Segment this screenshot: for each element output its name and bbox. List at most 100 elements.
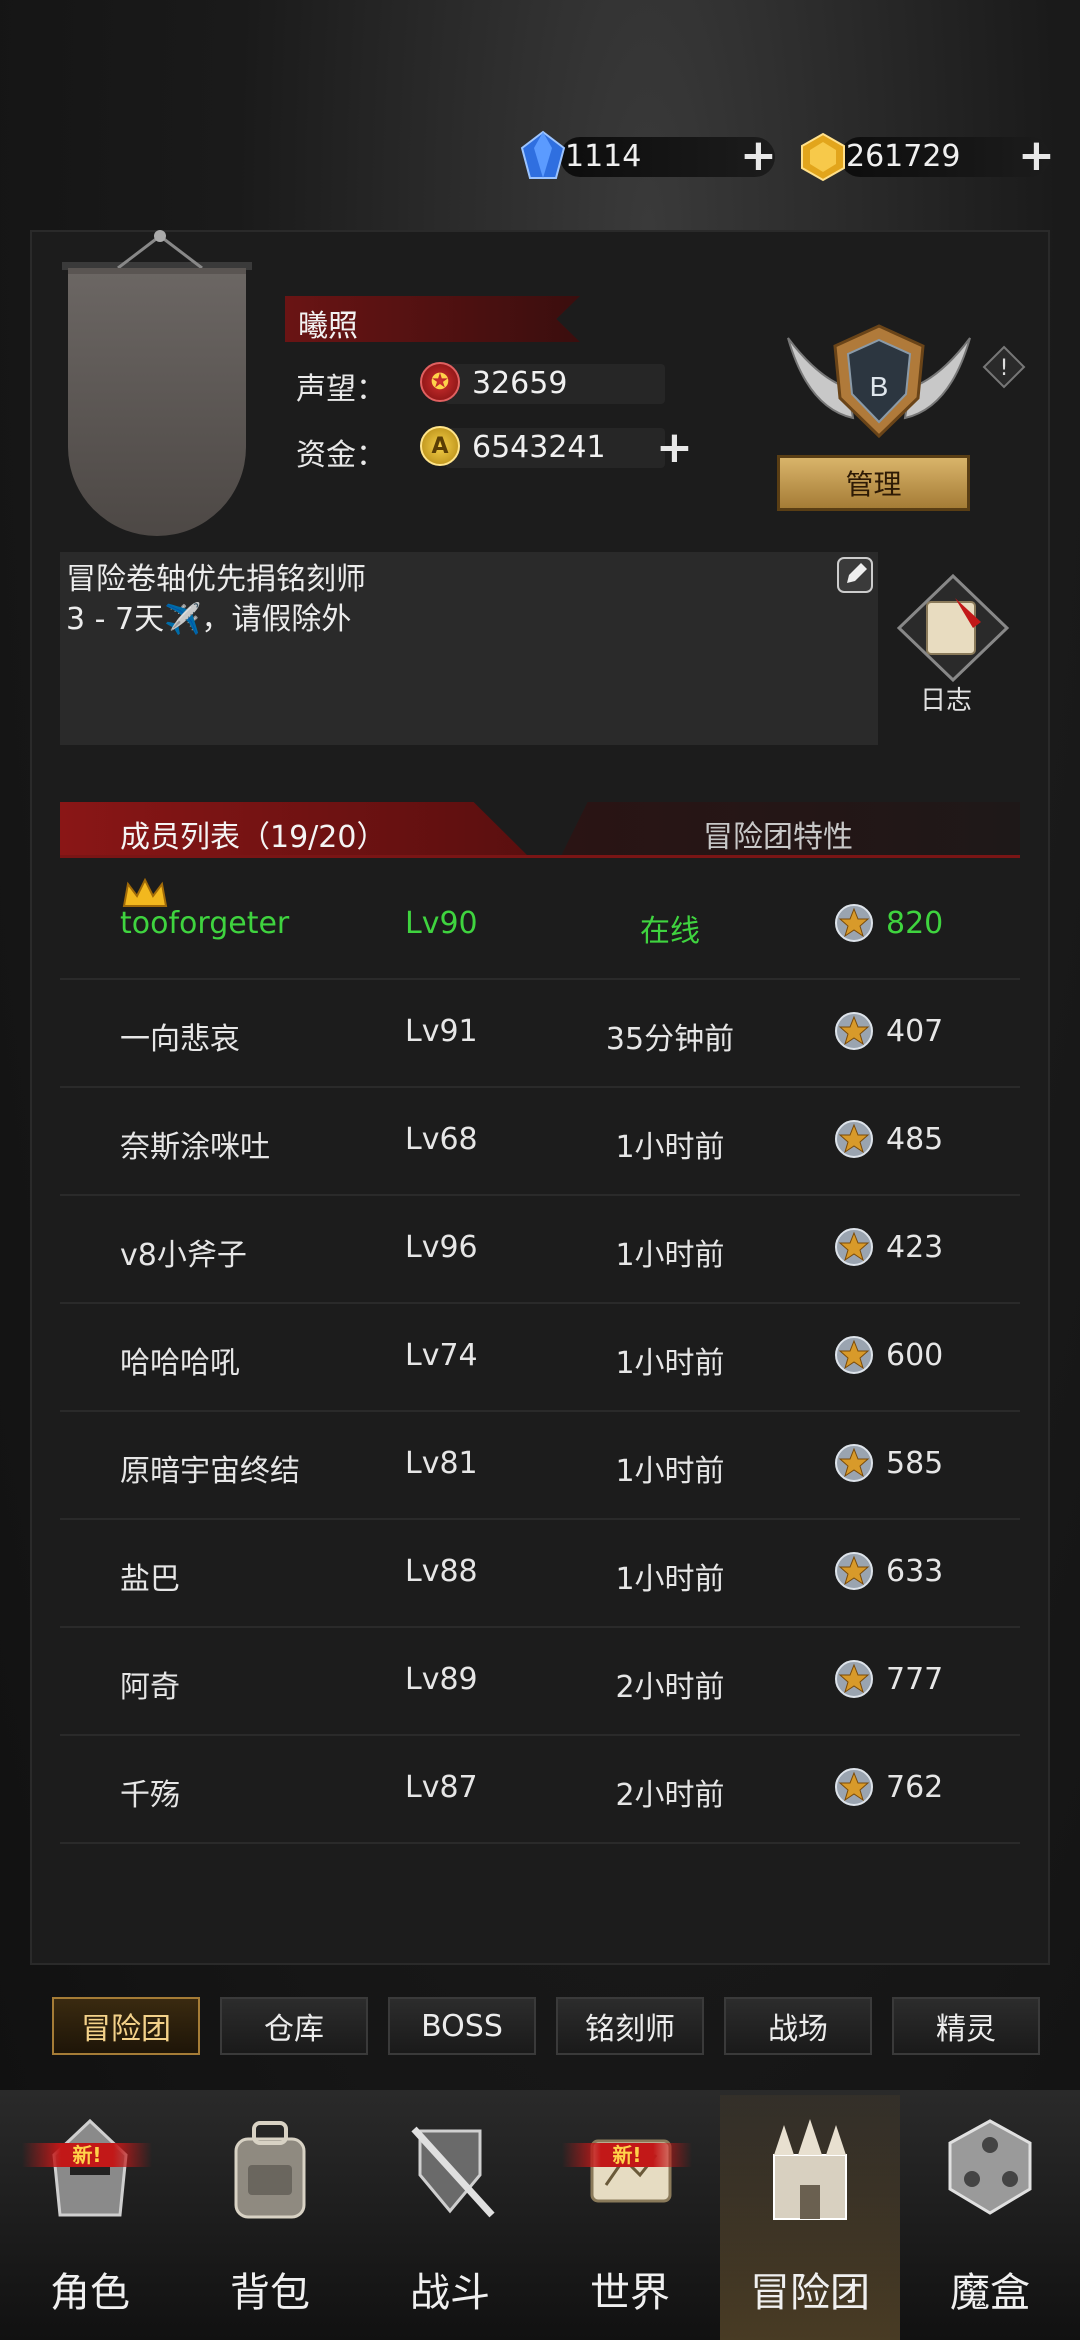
sub-button-0[interactable]: 冒险团 bbox=[52, 1997, 200, 2055]
member-name: tooforgeter bbox=[120, 906, 290, 941]
guild-notice-text: 冒险卷轴优先捐铭刻师 3 - 7天✈️，请假除外 bbox=[66, 562, 366, 637]
member-row[interactable]: 一向悲哀 Lv91 35分钟前 407 bbox=[60, 980, 1020, 1088]
contribution-medal-icon bbox=[835, 1120, 873, 1158]
guild-banner[interactable] bbox=[68, 268, 246, 536]
member-level: Lv81 bbox=[405, 1446, 478, 1481]
member-status: 1小时前 bbox=[615, 1454, 725, 1489]
member-points: 762 bbox=[886, 1770, 944, 1805]
nav-item-3[interactable]: 新! 世界 bbox=[540, 2095, 720, 2340]
member-level: Lv89 bbox=[405, 1662, 478, 1697]
member-name: 原暗宇宙终结 bbox=[120, 1454, 300, 1489]
cube-icon bbox=[948, 2119, 1032, 2215]
member-status: 1小时前 bbox=[615, 1238, 725, 1273]
member-points: 407 bbox=[886, 1014, 944, 1049]
reputation-icon: ✪ bbox=[420, 362, 460, 402]
member-points: 600 bbox=[886, 1338, 944, 1373]
edit-icon[interactable] bbox=[835, 555, 875, 595]
gold-count: 261729 bbox=[846, 139, 961, 174]
nav-item-1[interactable]: 背包 bbox=[180, 2095, 360, 2340]
member-row[interactable]: 阿奇 Lv89 2小时前 777 bbox=[60, 1628, 1020, 1736]
tab-members-label: 成员列表（19/20） bbox=[120, 820, 387, 855]
member-status: 2小时前 bbox=[615, 1670, 725, 1705]
member-name: 一向悲哀 bbox=[120, 1022, 240, 1057]
contribution-medal-icon bbox=[835, 1012, 873, 1050]
member-row[interactable]: v8小斧子 Lv96 1小时前 423 bbox=[60, 1196, 1020, 1304]
nav-item-5[interactable]: 魔盒 bbox=[900, 2095, 1080, 2340]
contribution-medal-icon bbox=[835, 1444, 873, 1482]
member-level: Lv74 bbox=[405, 1338, 478, 1373]
guild-name: 曦照 bbox=[298, 309, 358, 344]
add-diamond-button[interactable]: + bbox=[740, 134, 777, 178]
nav-item-0[interactable]: 新! 角色 bbox=[0, 2095, 180, 2340]
contribution-medal-icon bbox=[835, 1552, 873, 1590]
nav-label: 冒险团 bbox=[750, 2270, 870, 2316]
member-level: Lv96 bbox=[405, 1230, 478, 1265]
member-points: 485 bbox=[886, 1122, 944, 1157]
member-name: 千殇 bbox=[120, 1778, 180, 1813]
member-status: 1小时前 bbox=[615, 1562, 725, 1597]
contribution-medal-icon bbox=[835, 1660, 873, 1698]
member-row[interactable]: 千殇 Lv87 2小时前 762 bbox=[60, 1736, 1020, 1844]
new-badge: 新! bbox=[22, 2143, 152, 2167]
nav-item-4[interactable]: 冒险团 bbox=[720, 2095, 900, 2340]
member-level: Lv90 bbox=[405, 906, 478, 941]
member-level: Lv88 bbox=[405, 1554, 478, 1589]
member-row[interactable]: 盐巴 Lv88 1小时前 633 bbox=[60, 1520, 1020, 1628]
banner-hanger bbox=[117, 230, 203, 270]
backpack-icon bbox=[234, 2121, 306, 2219]
funds-label: 资金： bbox=[296, 438, 386, 473]
rank-letter: B bbox=[870, 371, 889, 402]
log-label[interactable]: 日志 bbox=[920, 680, 972, 717]
member-name: 奈斯涂咪吐 bbox=[120, 1130, 270, 1165]
map-scroll-icon bbox=[590, 2139, 672, 2203]
rank-badge-icon[interactable]: B bbox=[778, 318, 980, 448]
sub-button-2[interactable]: BOSS bbox=[388, 1997, 536, 2055]
sub-button-1[interactable]: 仓库 bbox=[220, 1997, 368, 2055]
member-status: 35分钟前 bbox=[605, 1022, 735, 1057]
svg-text:!: ! bbox=[1000, 356, 1009, 381]
contribution-medal-icon bbox=[835, 1768, 873, 1806]
manage-button[interactable]: 管理 bbox=[777, 455, 970, 511]
nav-label: 背包 bbox=[230, 2270, 310, 2316]
member-level: Lv91 bbox=[405, 1014, 478, 1049]
member-level: Lv87 bbox=[405, 1770, 478, 1805]
member-name: v8小斧子 bbox=[120, 1238, 247, 1273]
member-row[interactable]: tooforgeter Lv90 在线 820 bbox=[60, 872, 1020, 980]
castle-icon bbox=[773, 2119, 847, 2220]
nav-label: 世界 bbox=[590, 2270, 670, 2316]
funds-coin-icon: A bbox=[420, 426, 460, 466]
member-name: 盐巴 bbox=[120, 1562, 180, 1597]
contribution-medal-icon bbox=[835, 904, 873, 942]
contribution-medal-icon bbox=[835, 1336, 873, 1374]
gold-gem-icon bbox=[801, 132, 845, 182]
reputation-value: 32659 bbox=[472, 366, 568, 401]
diamond-count: 1114 bbox=[565, 139, 642, 174]
new-badge: 新! bbox=[562, 2143, 692, 2167]
add-funds-button[interactable]: + bbox=[656, 426, 693, 470]
nav-item-2[interactable]: 战斗 bbox=[360, 2095, 540, 2340]
info-icon[interactable]: ! bbox=[982, 345, 1026, 389]
log-scroll-icon[interactable] bbox=[895, 572, 1011, 682]
crown-icon bbox=[122, 878, 168, 907]
sub-button-4[interactable]: 战场 bbox=[724, 1997, 872, 2055]
member-status: 2小时前 bbox=[615, 1778, 725, 1813]
member-points: 423 bbox=[886, 1230, 944, 1265]
member-row[interactable]: 奈斯涂咪吐 Lv68 1小时前 485 bbox=[60, 1088, 1020, 1196]
member-points: 633 bbox=[886, 1554, 944, 1589]
reputation-label: 声望： bbox=[296, 372, 386, 407]
member-row[interactable]: 哈哈哈吼 Lv74 1小时前 600 bbox=[60, 1304, 1020, 1412]
sub-button-5[interactable]: 精灵 bbox=[892, 1997, 1040, 2055]
member-status: 1小时前 bbox=[615, 1130, 725, 1165]
nav-label: 魔盒 bbox=[950, 2270, 1030, 2316]
add-gold-button[interactable]: + bbox=[1018, 134, 1055, 178]
member-name: 阿奇 bbox=[120, 1670, 180, 1705]
nav-label: 战斗 bbox=[410, 2270, 490, 2316]
member-status: 1小时前 bbox=[615, 1346, 725, 1381]
sword-shield-icon bbox=[411, 2126, 495, 2218]
member-points: 820 bbox=[886, 906, 944, 941]
member-row[interactable]: 原暗宇宙终结 Lv81 1小时前 585 bbox=[60, 1412, 1020, 1520]
member-level: Lv68 bbox=[405, 1122, 478, 1157]
sub-button-3[interactable]: 铭刻师 bbox=[556, 1997, 704, 2055]
member-status: 在线 bbox=[640, 914, 700, 949]
tab-traits-label: 冒险团特性 bbox=[703, 820, 853, 855]
